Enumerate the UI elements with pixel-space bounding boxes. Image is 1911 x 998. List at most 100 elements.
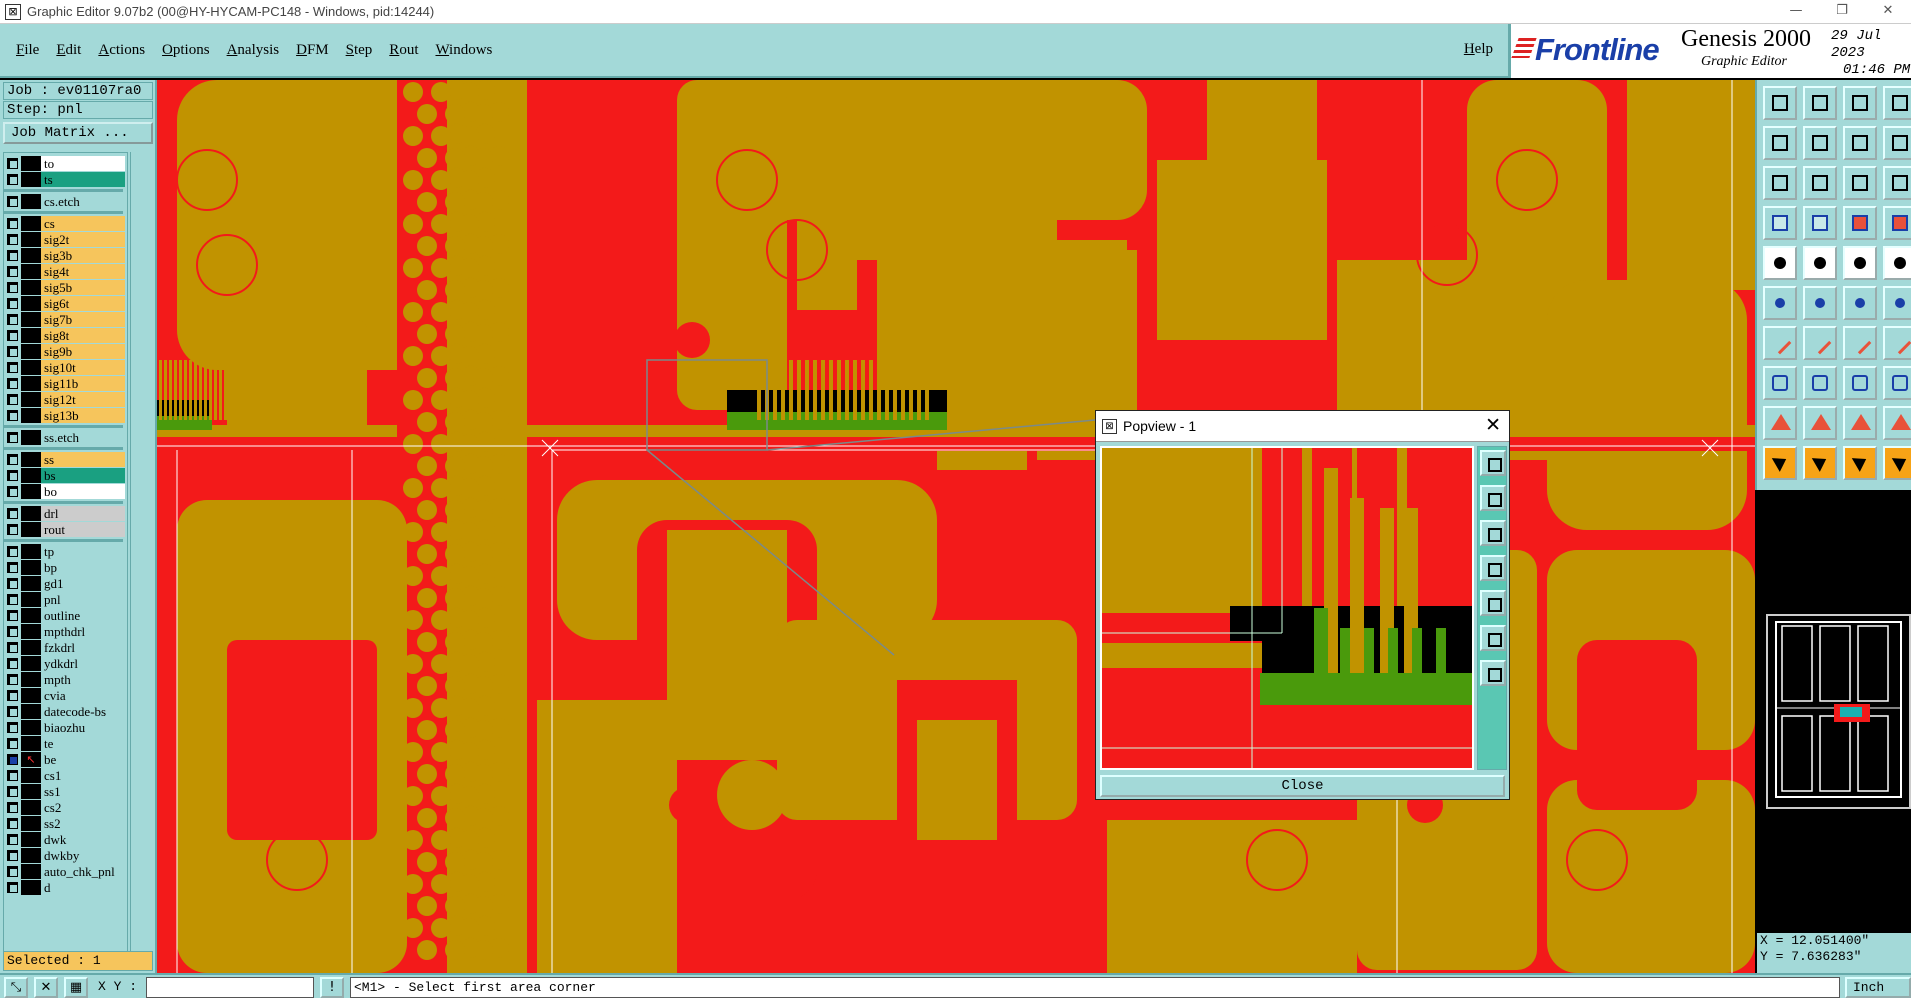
popview-close-icon[interactable]: ✕ [1485,414,1501,436]
layer-checkbox[interactable] [7,158,18,169]
layer-display-slot[interactable] [21,880,41,895]
layer-display-slot[interactable] [21,408,41,423]
layer-display-slot[interactable] [21,172,41,187]
layer-checkbox[interactable] [7,818,18,829]
layer-display-slot[interactable] [21,736,41,751]
layer-display-slot[interactable] [21,248,41,263]
layer-display-slot[interactable] [21,392,41,407]
layer-checkbox[interactable] [7,802,18,813]
line-h-icon[interactable] [1803,366,1837,400]
layer-display-slot[interactable] [21,156,41,171]
layer-display-slot[interactable] [21,430,41,445]
layer-row[interactable]: bs [3,468,125,483]
layer-checkbox[interactable] [7,346,18,357]
layer-display-slot[interactable] [21,832,41,847]
menu-analysis[interactable]: Analysis [227,42,280,59]
layer-checkbox[interactable] [7,362,18,373]
graphic-canvas[interactable] [157,80,1755,973]
layer-down-icon[interactable] [1803,86,1837,120]
shape-icon[interactable] [1883,126,1911,160]
layer-row[interactable]: drl [3,506,125,521]
layer-row[interactable]: sig12t [3,392,125,407]
layer-row[interactable]: ss.etch [3,430,125,445]
grid-toggle-icon[interactable] [1803,206,1837,240]
layer-display-slot[interactable] [21,672,41,687]
close-window-button[interactable]: ✕ [1865,0,1911,24]
triangle-3-icon[interactable] [1843,406,1877,440]
box-icon[interactable] [1843,366,1877,400]
pcb-artwork[interactable] [157,80,1755,973]
layer-checkbox[interactable] [7,378,18,389]
layer-checkbox[interactable] [7,218,18,229]
layer-checkbox[interactable] [7,314,18,325]
text-icon[interactable] [1883,326,1911,360]
layer-checkbox[interactable] [7,562,18,573]
layer-checkbox[interactable] [7,470,18,481]
menu-edit[interactable]: Edit [56,42,81,59]
popview-viewport[interactable] [1100,446,1474,770]
layer-display-slot[interactable] [21,264,41,279]
layer-display-slot[interactable] [21,560,41,575]
fit-icon[interactable] [1843,126,1877,160]
layer-checkbox[interactable] [7,394,18,405]
restore-button[interactable]: ❐ [1819,0,1865,24]
slant-line-icon[interactable] [1803,326,1837,360]
layer-display-slot[interactable] [21,360,41,375]
layer-display-slot[interactable] [21,376,41,391]
layer-row[interactable]: outline [3,608,125,623]
menu-file[interactable]: File [16,42,39,59]
unit-selector[interactable]: Inch [1845,977,1911,998]
layer-display-slot[interactable] [21,468,41,483]
layer-row[interactable]: mpthdrl [3,624,125,639]
layer-row[interactable]: tp [3,544,125,559]
layer-display-slot[interactable] [21,452,41,467]
layer-checkbox[interactable] [7,578,18,589]
minimize-button[interactable]: — [1773,0,1819,24]
layer-checkbox[interactable] [7,706,18,717]
layer-checkbox[interactable] [7,330,18,341]
layer-display-slot[interactable] [21,232,41,247]
popview-zoom-out-button[interactable] [1480,660,1506,686]
layer-row[interactable]: cs [3,216,125,231]
layer-checkbox[interactable] [7,410,18,421]
layer-row[interactable]: ss2 [3,816,125,831]
work-layer-arrow-icon[interactable]: ↖ [21,752,41,767]
layer-row[interactable]: bp [3,560,125,575]
layer-checkbox[interactable] [7,770,18,781]
snap-icon[interactable] [1843,206,1877,240]
layer-checkbox[interactable] [7,546,18,557]
menu-help[interactable]: Help [1464,41,1493,58]
layer-checkbox[interactable] [7,738,18,749]
layer-checkbox[interactable] [7,834,18,845]
layer-row[interactable]: sig2t [3,232,125,247]
layer-display-slot[interactable] [21,720,41,735]
layer-display-slot[interactable] [21,544,41,559]
xy-input[interactable] [146,977,314,998]
layer-display-slot[interactable] [21,296,41,311]
menu-windows[interactable]: Windows [435,42,492,59]
menu-rout[interactable]: Rout [389,42,418,59]
layer-display-slot[interactable] [21,312,41,327]
menu-step[interactable]: Step [346,42,373,59]
layer-row[interactable]: dwkby [3,848,125,863]
pointer-3-icon[interactable] [1843,446,1877,480]
home-icon[interactable] [1843,86,1877,120]
triangle-4-icon[interactable] [1883,406,1911,440]
popview-pan-down-button[interactable] [1480,520,1506,546]
layer-display-slot[interactable] [21,704,41,719]
layer-display-slot[interactable] [21,640,41,655]
scale-1-2-icon[interactable] [1843,166,1877,200]
layer-checkbox[interactable] [7,626,18,637]
panel-overview-map[interactable] [1766,614,1911,809]
snap-mode-icon[interactable]: ⤡ [4,977,28,998]
layer-display-slot[interactable] [21,506,41,521]
layer-row[interactable]: sig5b [3,280,125,295]
cross-cursor-icon[interactable]: ✕ [34,977,58,998]
layer-display-slot[interactable] [21,848,41,863]
zoom-fit-icon[interactable] [1763,166,1797,200]
layer-display-slot[interactable] [21,608,41,623]
popview-pan-up-button[interactable] [1480,485,1506,511]
layer-row[interactable]: sig7b [3,312,125,327]
layer-row[interactable]: te [3,736,125,751]
layer-up-icon[interactable] [1763,86,1797,120]
